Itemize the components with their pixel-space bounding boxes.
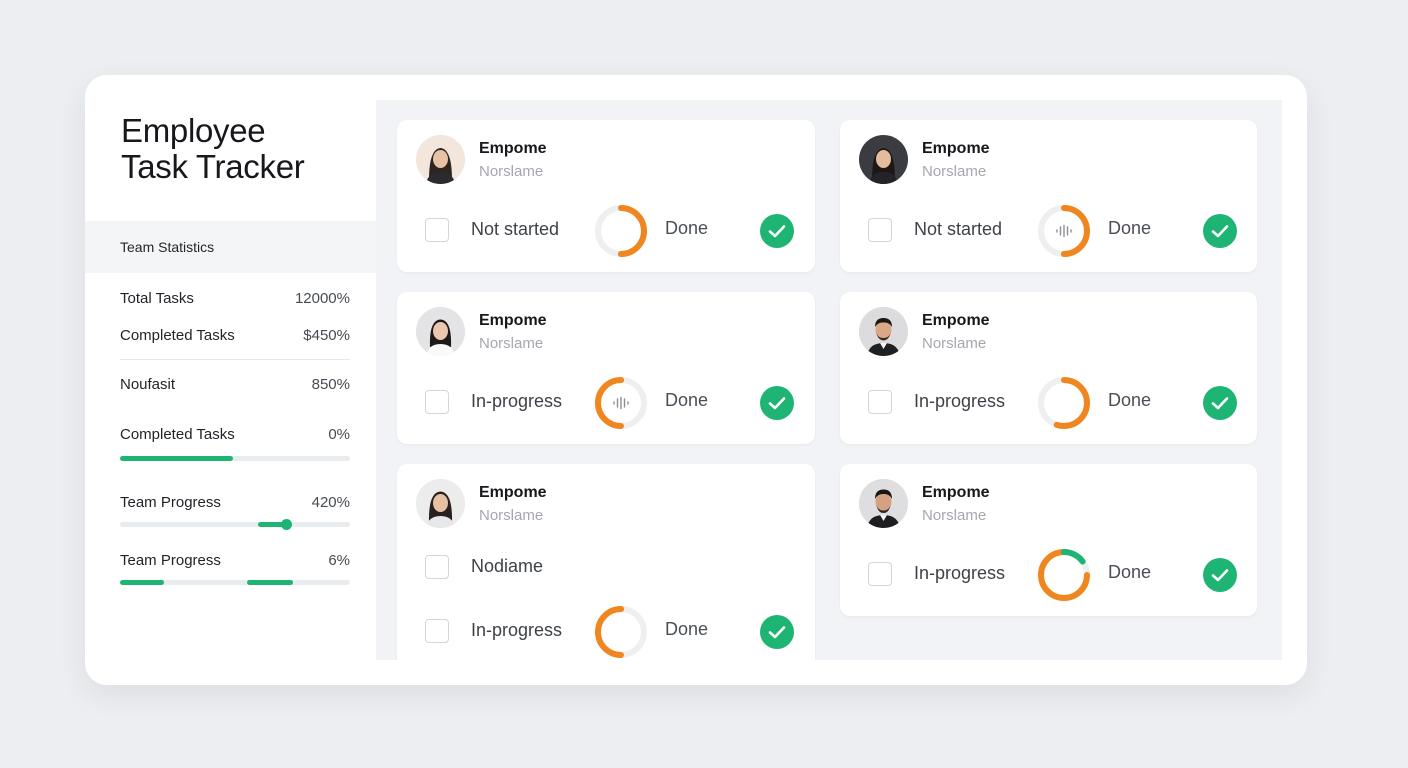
employee-role: Norslame	[479, 507, 544, 524]
task-row: Nodiame	[397, 540, 815, 598]
task-row: In-progress Done	[840, 547, 1258, 605]
app-title-line-2: Task Tracker	[121, 148, 305, 185]
employee-card[interactable]: Empome Norslame Not started Done	[840, 120, 1257, 272]
avatar	[416, 479, 465, 528]
stat-team-progress-1: Team Progress 420%	[120, 491, 350, 513]
done-label: Done	[665, 218, 709, 238]
avatar	[859, 479, 908, 528]
employee-cards-area: Empome Norslame Not started Done Empome	[376, 100, 1282, 660]
done-label: Done	[1108, 562, 1152, 582]
employee-card[interactable]: Empome Norslame Nodiame In-progress Done	[397, 464, 815, 660]
avatar	[859, 135, 908, 184]
employee-name: Empome	[479, 312, 547, 329]
stat-team-progress-2: Team Progress 6%	[120, 549, 350, 571]
progress-ring-icon	[1038, 549, 1090, 601]
done-label: Done	[1108, 218, 1152, 238]
employee-card[interactable]: Empome Norslame In-progress Done	[397, 292, 815, 444]
employee-name: Empome	[479, 140, 547, 157]
task-row: In-progress Done	[397, 375, 815, 433]
task-checkbox[interactable]	[425, 619, 449, 643]
stat-value: $450%	[303, 326, 350, 344]
progress-ring-icon	[1038, 205, 1090, 257]
progress-ring-icon	[595, 377, 647, 429]
employee-role: Norslame	[922, 163, 987, 180]
employee-name: Empome	[922, 484, 990, 501]
app-title: Employee Task Tracker	[121, 112, 305, 185]
task-tracker-window: Employee Task Tracker Team Statistics To…	[85, 75, 1307, 685]
task-row: In-progress Done	[397, 604, 815, 660]
team-progress-slider[interactable]	[120, 519, 350, 530]
stat-label: Noufasit	[120, 375, 176, 393]
task-status: Nodiame	[471, 556, 544, 576]
done-check-icon[interactable]	[1202, 213, 1238, 249]
progress-fill	[246, 580, 293, 585]
employee-card[interactable]: Empome Norslame Not started Done	[397, 120, 815, 272]
app-title-line-1: Employee	[121, 112, 266, 149]
stat-label: Completed Tasks	[120, 326, 235, 344]
stat-value: 12000%	[294, 289, 350, 307]
employee-role: Norslame	[922, 507, 987, 524]
stat-value: 420%	[311, 493, 350, 511]
progress-ring-icon	[595, 205, 647, 257]
employee-role: Norslame	[479, 335, 544, 352]
progress-fill	[120, 456, 233, 461]
employee-role: Norslame	[922, 335, 987, 352]
task-checkbox[interactable]	[425, 390, 449, 414]
task-status: In-progress	[471, 391, 563, 411]
done-check-icon[interactable]	[759, 213, 795, 249]
stat-completed-tasks: Completed Tasks $450%	[120, 324, 350, 346]
sidebar: Employee Task Tracker Team Statistics To…	[85, 75, 376, 685]
task-status: In-progress	[914, 563, 1006, 583]
stat-completed-tasks-progress: Completed Tasks 0%	[120, 423, 350, 445]
stat-total-tasks: Total Tasks 12000%	[120, 287, 350, 309]
stat-label: Team Progress	[120, 551, 221, 569]
completed-tasks-progress-bar	[120, 456, 350, 461]
employee-role: Norslame	[479, 163, 544, 180]
done-label: Done	[1108, 390, 1152, 410]
task-checkbox[interactable]	[425, 218, 449, 242]
avatar	[416, 135, 465, 184]
progress-ring-icon	[1038, 377, 1090, 429]
employee-card[interactable]: Empome Norslame In-progress Done	[840, 464, 1257, 616]
done-check-icon[interactable]	[759, 385, 795, 421]
done-label: Done	[665, 619, 709, 639]
avatar	[416, 307, 465, 356]
task-checkbox[interactable]	[868, 218, 892, 242]
stat-label: Completed Tasks	[120, 425, 235, 443]
stat-label: Team Progress	[120, 493, 221, 511]
progress-fill	[120, 580, 164, 585]
avatar	[859, 307, 908, 356]
team-progress-bar	[120, 580, 350, 585]
stat-value: 0%	[328, 425, 350, 443]
task-row: Not started Done	[397, 203, 815, 261]
task-row: Not started Done	[840, 203, 1258, 261]
task-checkbox[interactable]	[425, 555, 449, 579]
task-status: Not started	[914, 219, 1003, 239]
slider-handle[interactable]	[280, 519, 292, 530]
team-statistics-header[interactable]: Team Statistics	[85, 221, 376, 273]
task-checkbox[interactable]	[868, 390, 892, 414]
done-check-icon[interactable]	[1202, 385, 1238, 421]
stat-value: 850%	[311, 375, 350, 393]
employee-name: Empome	[922, 312, 990, 329]
progress-ring-icon	[595, 606, 647, 658]
stats-divider	[120, 359, 350, 360]
task-status: Not started	[471, 219, 560, 239]
task-checkbox[interactable]	[868, 562, 892, 586]
employee-card[interactable]: Empome Norslame In-progress Done	[840, 292, 1257, 444]
task-row: In-progress Done	[840, 375, 1258, 433]
done-check-icon[interactable]	[1202, 557, 1238, 593]
employee-name: Empome	[479, 484, 547, 501]
stat-noufasit: Noufasit 850%	[120, 373, 350, 395]
task-status: In-progress	[471, 620, 563, 640]
done-check-icon[interactable]	[759, 614, 795, 650]
task-status: In-progress	[914, 391, 1006, 411]
done-label: Done	[665, 390, 709, 410]
employee-name: Empome	[922, 140, 990, 157]
stat-label: Total Tasks	[120, 289, 194, 307]
stat-value: 6%	[328, 551, 350, 569]
